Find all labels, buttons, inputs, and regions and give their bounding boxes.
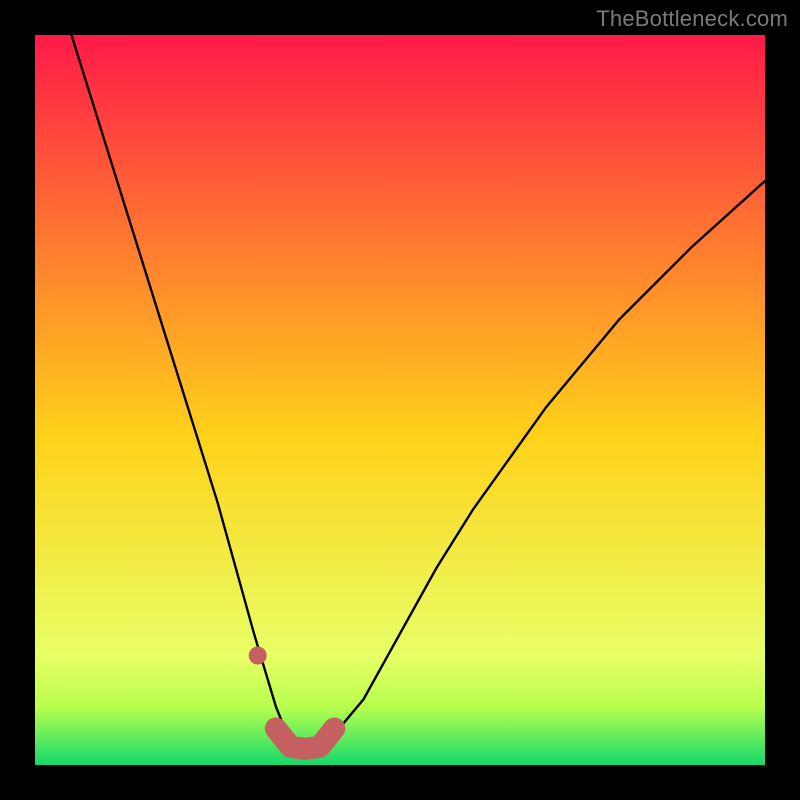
plot-area [35,35,765,765]
watermark-text: TheBottleneck.com [596,6,788,32]
chart-svg [35,35,765,765]
marker-dot [249,647,267,665]
gradient-background [35,35,765,765]
chart-container: TheBottleneck.com [0,0,800,800]
